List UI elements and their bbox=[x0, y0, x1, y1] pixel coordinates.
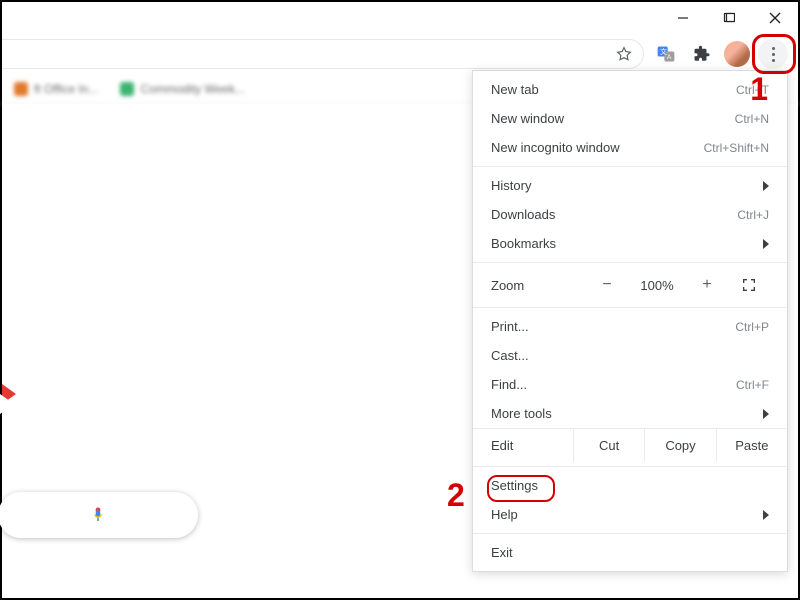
zoom-out-button[interactable]: − bbox=[585, 271, 629, 299]
menu-label: History bbox=[491, 178, 531, 193]
menu-label: Exit bbox=[491, 545, 513, 560]
menu-separator bbox=[473, 466, 787, 467]
menu-label: Edit bbox=[473, 429, 573, 462]
google-search-box[interactable] bbox=[0, 492, 198, 538]
menu-label: Settings bbox=[491, 478, 538, 493]
menu-new-tab[interactable]: New tab Ctrl+T bbox=[473, 75, 787, 104]
menu-edit-row: Edit Cut Copy Paste bbox=[473, 428, 787, 462]
extensions-icon[interactable] bbox=[688, 40, 716, 68]
menu-separator bbox=[473, 166, 787, 167]
menu-shortcut: Ctrl+J bbox=[737, 208, 769, 222]
bookmark-item[interactable]: Commodity Week... bbox=[120, 82, 244, 96]
bookmark-item[interactable]: ft Office In... bbox=[14, 82, 98, 96]
chrome-menu: New tab Ctrl+T New window Ctrl+N New inc… bbox=[472, 70, 788, 572]
menu-separator bbox=[473, 262, 787, 263]
chrome-menu-button[interactable] bbox=[758, 39, 788, 69]
menu-history[interactable]: History bbox=[473, 171, 787, 200]
profile-avatar[interactable] bbox=[724, 41, 750, 67]
chevron-right-icon bbox=[763, 409, 769, 419]
mic-icon[interactable] bbox=[89, 506, 107, 524]
svg-text:A: A bbox=[667, 54, 672, 61]
address-bar[interactable] bbox=[2, 39, 644, 69]
menu-separator bbox=[473, 307, 787, 308]
menu-shortcut: Ctrl+N bbox=[735, 112, 769, 126]
menu-incognito[interactable]: New incognito window Ctrl+Shift+N bbox=[473, 133, 787, 162]
chevron-right-icon bbox=[763, 510, 769, 520]
bookmark-label: ft Office In... bbox=[34, 82, 98, 96]
chevron-right-icon bbox=[763, 181, 769, 191]
menu-exit[interactable]: Exit bbox=[473, 538, 787, 567]
copy-button[interactable]: Copy bbox=[644, 429, 715, 462]
menu-label: New tab bbox=[491, 82, 539, 97]
decorative-arrow-icon bbox=[2, 384, 16, 404]
menu-label: New window bbox=[491, 111, 564, 126]
zoom-in-button[interactable]: + bbox=[685, 271, 729, 299]
chevron-right-icon bbox=[763, 239, 769, 249]
window-titlebar bbox=[2, 2, 798, 34]
close-button[interactable] bbox=[752, 2, 798, 34]
menu-more-tools[interactable]: More tools bbox=[473, 399, 787, 428]
menu-bookmarks[interactable]: Bookmarks bbox=[473, 229, 787, 258]
menu-help[interactable]: Help bbox=[473, 500, 787, 529]
menu-label: Print... bbox=[491, 319, 529, 334]
bookmark-label: Commodity Week... bbox=[140, 82, 244, 96]
menu-shortcut: Ctrl+T bbox=[736, 83, 769, 97]
minimize-button[interactable] bbox=[660, 2, 706, 34]
paste-button[interactable]: Paste bbox=[716, 429, 787, 462]
menu-label: Find... bbox=[491, 377, 527, 392]
menu-downloads[interactable]: Downloads Ctrl+J bbox=[473, 200, 787, 229]
fullscreen-button[interactable] bbox=[729, 277, 769, 293]
menu-find[interactable]: Find... Ctrl+F bbox=[473, 370, 787, 399]
menu-new-window[interactable]: New window Ctrl+N bbox=[473, 104, 787, 133]
maximize-button[interactable] bbox=[706, 2, 752, 34]
fullscreen-icon bbox=[741, 277, 757, 293]
menu-label: Zoom bbox=[491, 278, 585, 293]
menu-zoom-row: Zoom − 100% + bbox=[473, 267, 787, 303]
menu-label: Downloads bbox=[491, 207, 555, 222]
menu-label: New incognito window bbox=[491, 140, 620, 155]
more-vert-icon bbox=[772, 47, 775, 62]
translate-icon[interactable]: 文A bbox=[652, 40, 680, 68]
menu-print[interactable]: Print... Ctrl+P bbox=[473, 312, 787, 341]
menu-label: Bookmarks bbox=[491, 236, 556, 251]
menu-separator bbox=[473, 533, 787, 534]
zoom-value: 100% bbox=[629, 278, 685, 293]
menu-label: Help bbox=[491, 507, 518, 522]
menu-shortcut: Ctrl+P bbox=[735, 320, 769, 334]
bookmark-star-icon[interactable] bbox=[615, 45, 633, 63]
menu-label: More tools bbox=[491, 406, 552, 421]
menu-shortcut: Ctrl+Shift+N bbox=[704, 141, 769, 155]
browser-toolbar: 文A bbox=[2, 34, 798, 74]
menu-shortcut: Ctrl+F bbox=[736, 378, 769, 392]
cut-button[interactable]: Cut bbox=[573, 429, 644, 462]
menu-settings[interactable]: Settings bbox=[473, 471, 787, 500]
menu-label: Cast... bbox=[491, 348, 529, 363]
menu-cast[interactable]: Cast... bbox=[473, 341, 787, 370]
